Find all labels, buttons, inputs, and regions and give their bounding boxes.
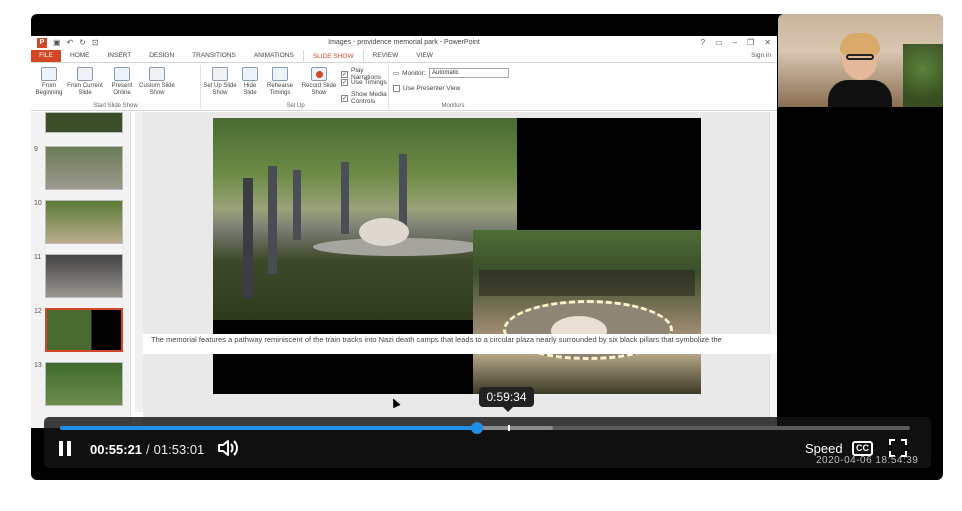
use-presenter-view-checkbox[interactable]: Use Presenter View [393,85,460,92]
pause-icon [59,441,63,456]
set-up-group: Set Up Slide Show Hide Slide Rehearse Ti… [203,65,389,109]
tab-insert[interactable]: INSERT [99,49,141,62]
pause-button[interactable] [57,439,73,459]
set-up-group-label: Set Up [286,103,305,109]
tab-review[interactable]: REVIEW [364,49,408,62]
slide-thumbnail[interactable] [45,254,123,298]
black-placeholder-bottom-left [213,320,473,394]
rehearse-timings-button[interactable]: Rehearse Timings [263,67,297,97]
slide-thumbnails-pane: 9 10 11 12 13 [31,112,131,428]
ribbon: From Beginning From Current Slide Presen… [31,63,777,111]
duration: 01:53:01 [153,442,205,457]
slideshow-start-icon [41,67,57,81]
slide-scrollbar[interactable] [769,112,777,428]
monitor-icon: ▭ [393,70,400,77]
thumbnails-scrollbar[interactable] [135,112,143,412]
memorial-park-photo [213,118,517,320]
hide-slide-icon [242,67,258,81]
recording-timestamp: 2020-04-06 18:54:39 [816,455,919,466]
slide-number: 13 [34,362,42,369]
powerpoint-window: P ▣ ↶ ↻ ⊡ Images - providence memorial p… [31,36,777,428]
ribbon-tabs: FILE HOME INSERT DESIGN TRANSITIONS ANIM… [31,49,777,63]
hover-marker [507,425,510,431]
slide-number: 11 [34,254,42,261]
slide-thumbnail[interactable] [45,200,123,244]
record-icon [311,67,327,81]
set-up-slide-show-button[interactable]: Set Up Slide Show [203,67,237,97]
slide-thumbnail[interactable] [45,362,123,406]
rehearse-timings-icon [272,67,288,81]
slide-editing-area [143,112,777,428]
tab-transitions[interactable]: TRANSITIONS [183,49,245,62]
speed-button[interactable]: Speed [805,441,843,456]
start-slide-show-group-label: Start Slide Show [93,103,138,109]
time-display: 00:55:21/01:53:01 [90,442,204,457]
time-separator: / [146,442,150,457]
slide-thumbnail[interactable] [45,146,123,190]
monitors-group: ▭ Monitor: Automatic Use Presenter View M… [391,65,515,109]
monitors-group-label: Monitors [441,103,465,109]
slideshow-current-icon [77,67,93,81]
sign-in-link[interactable]: Sign in [751,49,777,62]
present-online-icon [114,67,130,81]
tab-slide-show[interactable]: SLIDE SHOW [302,49,364,62]
seek-handle[interactable] [470,422,483,434]
volume-button[interactable] [217,438,239,458]
mouse-cursor-icon [389,396,401,409]
title-bar: P ▣ ↶ ↻ ⊡ Images - providence memorial p… [31,36,777,50]
custom-slide-show-button[interactable]: Custom Slide Show [137,67,177,97]
from-current-slide-button[interactable]: From Current Slide [67,67,103,97]
current-time: 00:55:21 [90,442,143,457]
speaker-notes[interactable]: The memorial features a pathway reminisc… [143,334,777,354]
presenter-webcam [778,14,943,107]
ribbon-display-icon[interactable]: ▭ [715,38,723,47]
player-control-bar: 00:55:21/01:53:01 Speed CC [44,417,931,468]
presenter-person [828,33,892,107]
close-icon[interactable]: ✕ [764,38,771,47]
slide-number: 9 [34,146,38,153]
from-beginning-button[interactable]: From Beginning [33,67,65,97]
slide-thumbnail-selected[interactable] [45,308,123,352]
slide-number: 10 [34,200,42,207]
tab-design[interactable]: DESIGN [140,49,183,62]
tab-file[interactable]: FILE [31,49,61,62]
restore-icon[interactable]: ❐ [747,38,754,47]
use-timings-checkbox[interactable]: ✓ Use Timings [341,79,387,86]
volume-icon [218,440,238,456]
help-icon[interactable]: ? [701,38,705,47]
monitor-select[interactable]: Automatic [429,68,509,78]
glasses-icon [846,54,874,60]
played-progress [60,426,477,430]
window-title: Images - providence memorial park - Powe… [328,39,480,46]
record-slide-show-button[interactable]: Record Slide Show [299,67,339,97]
tab-animations[interactable]: ANIMATIONS [245,49,303,62]
plant-background [903,44,943,107]
slide-thumbnail[interactable] [45,112,123,133]
present-online-button[interactable]: Present Online [107,67,137,97]
minimize-icon[interactable]: – [733,38,737,47]
closed-captions-button[interactable]: CC [852,441,873,456]
black-placeholder-top-right [517,118,701,230]
tab-home[interactable]: HOME [61,49,99,62]
tab-view[interactable]: VIEW [407,49,442,62]
seek-hover-tooltip: 0:59:34 [479,387,534,412]
candlelight-vigil-photo [473,230,701,394]
setup-show-icon [212,67,228,81]
seek-bar[interactable] [60,422,910,434]
hide-slide-button[interactable]: Hide Slide [239,67,261,97]
monitor-label: ▭ Monitor: [393,69,426,78]
custom-show-icon [149,67,165,81]
start-slide-show-group: From Beginning From Current Slide Presen… [31,65,201,109]
slide-number: 12 [34,308,42,315]
